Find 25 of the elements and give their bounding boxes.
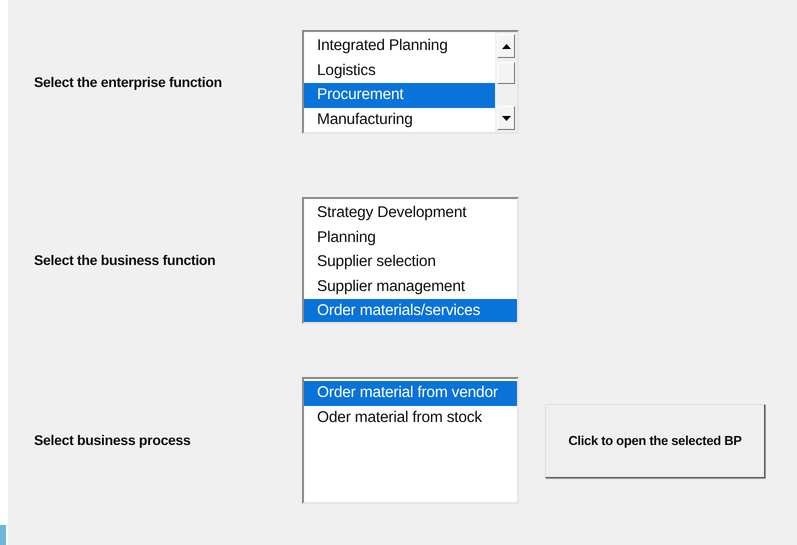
list-box[interactable]: Integrated Planning Logistics Procurement Manufacturing <box>302 30 519 134</box>
up-arrow-icon <box>502 44 510 48</box>
list-item[interactable]: Supplier selection <box>304 250 517 274</box>
list-item[interactable]: Logistics <box>304 58 495 83</box>
list-item[interactable]: Integrated Planning <box>304 34 495 58</box>
field-label: Select business process <box>33 431 192 450</box>
open-button[interactable]: Click to open the selected BP <box>545 404 765 478</box>
list-item[interactable]: Manufacturing <box>304 108 495 132</box>
list-item[interactable]: Order material from vendor <box>304 381 517 406</box>
list-item[interactable]: Supplier management <box>304 274 517 299</box>
field-label: Select the enterprise function <box>33 72 223 92</box>
list-box[interactable]: Strategy Development Planning Supplier selection Supplier management Order materials/services <box>302 197 519 324</box>
scroll-thumb[interactable] <box>497 62 515 84</box>
scroll-down-button[interactable] <box>497 106 515 130</box>
list-box[interactable]: Order material from vendor Oder material from stock <box>302 377 519 504</box>
list-item[interactable]: Order materials/services <box>304 299 517 322</box>
list-item[interactable]: Strategy Development <box>304 201 517 226</box>
list-item[interactable]: Oder material from stock <box>304 406 517 430</box>
field-label: Select the business function <box>33 251 216 270</box>
list-item[interactable]: Planning <box>304 226 517 250</box>
scroll-up-button[interactable] <box>497 34 515 58</box>
scrollbar[interactable] <box>495 32 517 132</box>
down-arrow-icon <box>502 116 510 120</box>
accent-bar <box>0 525 6 545</box>
list-item[interactable]: Procurement <box>304 83 495 108</box>
